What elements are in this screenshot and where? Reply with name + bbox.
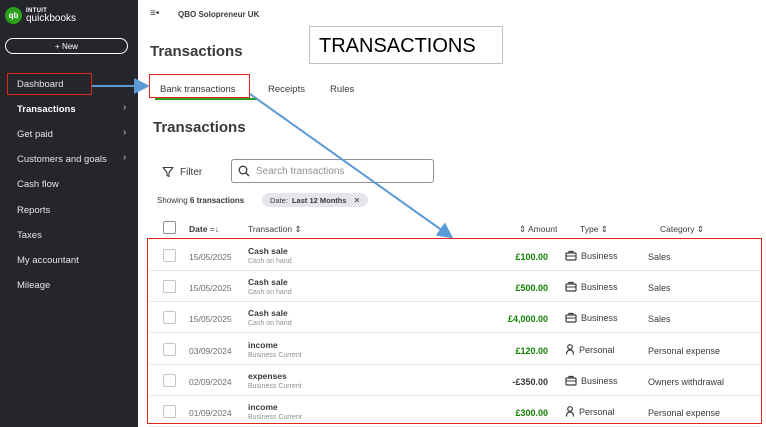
sidebar-item-reports[interactable]: Reports <box>17 205 50 216</box>
sidebar-item-my-accountant[interactable]: My accountant <box>17 255 79 266</box>
rows-highlight-box <box>147 238 762 424</box>
search-placeholder: Search transactions <box>256 165 345 177</box>
tab-receipts[interactable]: Receipts <box>268 84 305 95</box>
section-title: Transactions <box>153 119 246 136</box>
filter-icon <box>162 166 174 178</box>
chip-label: Date: <box>270 195 288 205</box>
transaction-header[interactable]: Transaction ⇕ <box>248 224 302 235</box>
date-header[interactable]: Date =↓ <box>189 224 219 234</box>
transaction-count: 6 transactions <box>189 196 245 205</box>
logo-quickbooks-text: quickbooks <box>26 12 77 24</box>
showing-prefix: Showing <box>157 196 190 205</box>
dashboard-highlight-box <box>7 73 92 95</box>
company-name: QBO Solopreneur UK <box>178 10 260 19</box>
menu-icon[interactable]: ≡• <box>150 8 159 19</box>
date-filter-chip[interactable]: Date: Last 12 Months ✕ <box>262 193 369 207</box>
filter-button[interactable]: Filter <box>162 166 202 178</box>
chevron-right-icon: › <box>123 152 127 163</box>
tab-highlight-box <box>149 74 250 98</box>
sidebar-item-mileage[interactable]: Mileage <box>17 280 50 291</box>
category-header[interactable]: Category ⇕ <box>660 224 704 235</box>
new-button[interactable]: + New <box>5 38 128 54</box>
annotation-callout: TRANSACTIONS <box>309 26 503 64</box>
active-tab-underline <box>155 98 256 100</box>
search-icon <box>238 165 250 177</box>
sidebar-item-taxes[interactable]: Taxes <box>17 230 42 241</box>
sidebar: qb INTUIT quickbooks + New Dashboard Tra… <box>0 0 138 427</box>
page-title: Transactions <box>150 43 243 60</box>
search-input[interactable]: Search transactions <box>231 159 434 183</box>
sidebar-item-transactions[interactable]: Transactions <box>17 104 76 115</box>
close-icon[interactable]: ✕ <box>354 196 361 205</box>
chip-value: Last 12 Months <box>291 195 347 205</box>
chevron-right-icon: › <box>123 127 127 138</box>
sidebar-item-cash-flow[interactable]: Cash flow <box>17 179 59 190</box>
tab-rules[interactable]: Rules <box>330 84 354 95</box>
showing-count: Showing 6 transactions <box>157 196 244 205</box>
date-header-label: Date <box>189 224 208 234</box>
sidebar-item-get-paid[interactable]: Get paid <box>17 129 53 140</box>
chevron-right-icon: › <box>123 102 127 113</box>
sidebar-item-customers-and-goals[interactable]: Customers and goals <box>17 154 107 165</box>
filter-label: Filter <box>180 166 203 178</box>
sort-icon: =↓ <box>209 224 220 234</box>
qb-logo-icon: qb <box>5 7 22 24</box>
amount-header[interactable]: ⇕ Amount <box>519 224 557 235</box>
type-header[interactable]: Type ⇕ <box>580 224 608 235</box>
quickbooks-logo[interactable]: qb INTUIT quickbooks <box>5 7 76 24</box>
select-all-checkbox[interactable] <box>163 221 176 234</box>
